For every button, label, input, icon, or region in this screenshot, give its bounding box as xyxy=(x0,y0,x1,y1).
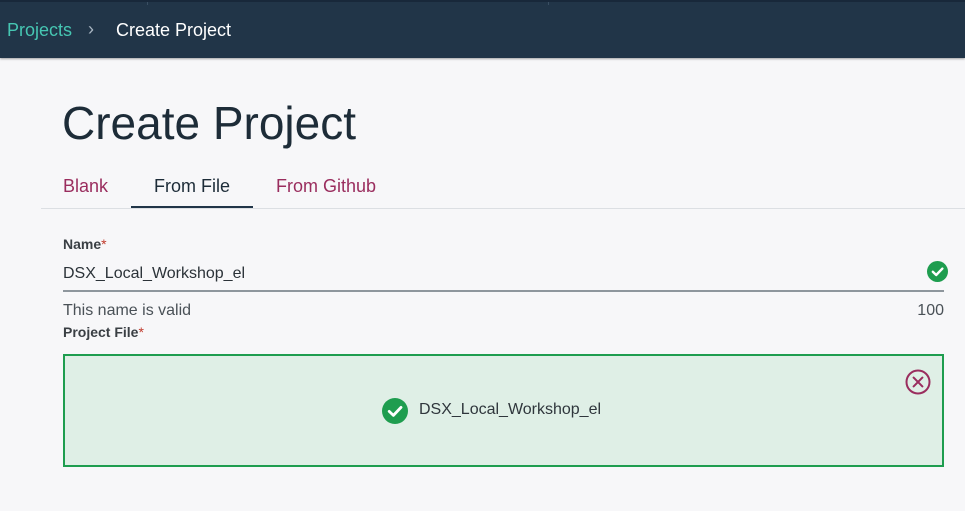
divider xyxy=(147,2,148,5)
breadcrumb-current: Create Project xyxy=(116,20,232,40)
page-title: Create Project xyxy=(62,97,357,149)
project-file-label-text: Project File xyxy=(63,324,139,340)
name-label-text: Name xyxy=(63,236,102,252)
check-circle-icon xyxy=(382,398,408,424)
breadcrumb-projects-link[interactable]: Projects xyxy=(7,20,72,41)
check-circle-icon xyxy=(927,261,948,282)
breadcrumb-separator-icon: › xyxy=(88,19,94,39)
file-dropzone[interactable]: DSX_Local_Workshop_el xyxy=(63,354,944,467)
tab-blank[interactable]: Blank xyxy=(63,176,108,209)
project-name-input[interactable] xyxy=(63,258,944,292)
name-validation-message: This name is valid xyxy=(63,302,192,319)
name-character-limit: 100 xyxy=(917,302,944,319)
tab-from-file[interactable]: From File xyxy=(131,176,253,209)
tab-divider xyxy=(41,208,965,209)
close-circle-icon[interactable] xyxy=(905,369,931,395)
top-navigation-bar: Projects › Create Project xyxy=(0,0,965,58)
uploaded-file-name: DSX_Local_Workshop_el xyxy=(419,401,602,418)
tab-bar: Blank From File From Github xyxy=(0,170,965,210)
name-field-label: Name* xyxy=(63,236,107,252)
project-file-label: Project File* xyxy=(63,324,144,340)
tab-from-github[interactable]: From Github xyxy=(276,176,376,209)
required-marker: * xyxy=(101,236,107,252)
required-marker: * xyxy=(138,324,144,340)
divider xyxy=(548,2,549,5)
